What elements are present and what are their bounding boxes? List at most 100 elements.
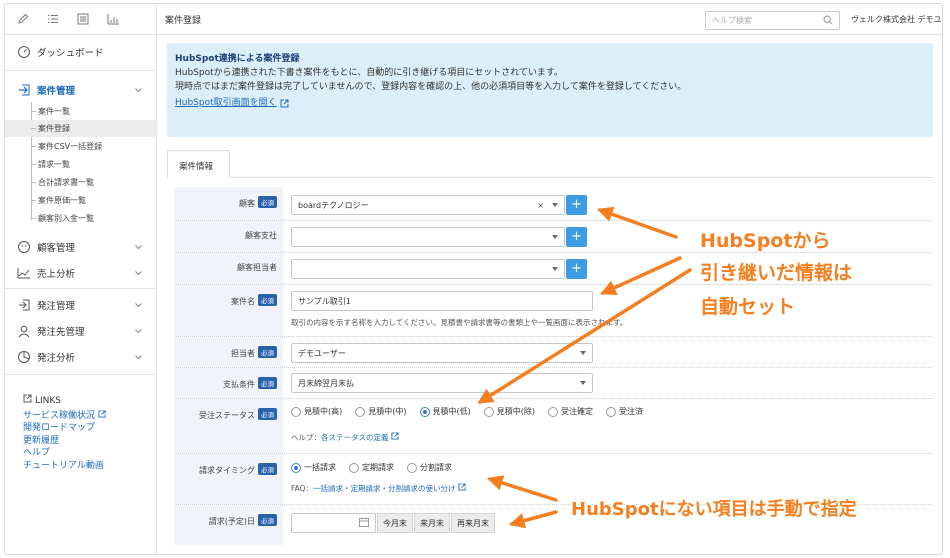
annotation-auto-3: 自動セット xyxy=(700,292,795,319)
status-option-ordered[interactable]: 受注済 xyxy=(606,406,643,417)
sidebar-subitem-invoice-list[interactable]: 請求一覧 xyxy=(5,156,156,173)
page-title: 案件登録 xyxy=(165,13,201,26)
links-section: LINKS サービス稼働状況 開発ロードマップ 更新履歴 ヘルプ チュートリアル… xyxy=(23,394,106,472)
customer-select[interactable]: boardテクノロジー × xyxy=(291,195,565,215)
list-icon[interactable] xyxy=(47,13,59,25)
sidebar-item-label: 発注管理 xyxy=(37,298,75,312)
banner-line-1: HubSpotから連携された下書き案件をもとに、自動的に引き継げる項目にセットさ… xyxy=(175,66,925,80)
status-help: ヘルプ：各ステータスの定義 xyxy=(291,432,399,443)
sidebar-item-label: 発注先管理 xyxy=(37,324,85,338)
billing-option-lump[interactable]: 一括請求 xyxy=(291,462,336,473)
pie-icon xyxy=(16,349,32,365)
tab-deal-info[interactable]: 案件情報 xyxy=(167,150,230,178)
billing-faq-link[interactable]: 一括請求・定期請求・分割請求の使い分け xyxy=(313,484,456,493)
chevron-down-icon xyxy=(135,242,142,253)
link-arrow-icon xyxy=(16,82,32,98)
link-help[interactable]: ヘルプ xyxy=(23,447,106,460)
external-link-icon xyxy=(458,483,466,491)
sidebar-item-deals[interactable]: 案件管理 xyxy=(5,79,156,101)
status-option-mid[interactable]: 見積中(中) xyxy=(355,406,406,417)
annotation-auto-2: 引き継いだ情報は xyxy=(700,258,852,285)
help-search-placeholder: ヘルプ検索 xyxy=(712,15,823,26)
add-branch-button[interactable]: + xyxy=(566,227,587,247)
required-badge: 必須 xyxy=(258,294,277,306)
help-search-input[interactable]: ヘルプ検索 xyxy=(705,11,840,30)
month-after-next-end-button[interactable]: 再来月末 xyxy=(451,513,495,533)
banner-line-2: 現時点ではまだ案件登録は完了していませんので、登録内容を確認の上、他の必須項目等… xyxy=(175,80,925,94)
sidebar-item-dashboard[interactable]: ダッシュボード xyxy=(5,41,156,63)
link-service-status[interactable]: サービス稼働状況 xyxy=(23,410,106,423)
sidebar-item-suppliers[interactable]: 発注先管理 xyxy=(5,320,156,342)
external-link-icon xyxy=(23,394,32,408)
login-icon xyxy=(16,297,32,313)
sidebar-item-label: 売上分析 xyxy=(37,266,75,280)
add-contact-button[interactable]: + xyxy=(566,259,587,279)
chevron-down-icon xyxy=(135,326,142,337)
sidebar-item-customers[interactable]: 顧客管理 xyxy=(5,236,156,258)
banner-title: HubSpot連携による案件登録 xyxy=(175,53,925,66)
row-customer: 顧客必須 boardテクノロジー × + xyxy=(174,187,933,221)
required-badge: 必須 xyxy=(258,377,277,389)
billing-option-installment[interactable]: 分割請求 xyxy=(407,462,452,473)
calendar-icon[interactable] xyxy=(359,517,369,529)
this-month-end-button[interactable]: 今月末 xyxy=(377,513,413,533)
next-month-end-button[interactable]: 来月末 xyxy=(414,513,450,533)
sidebar-subitem-deal-register[interactable]: 案件登録 xyxy=(5,120,156,137)
status-option-low[interactable]: 見積中(低) xyxy=(420,406,471,417)
status-option-excluded[interactable]: 見積中(除) xyxy=(484,406,535,417)
sidebar-subitem-payment-by-customer[interactable]: 顧客別入金一覧 xyxy=(5,210,156,227)
face-icon xyxy=(16,239,32,255)
chevron-down-icon xyxy=(552,235,558,239)
link-roadmap[interactable]: 開発ロードマップ xyxy=(23,422,106,435)
sidebar-item-order-analysis[interactable]: 発注分析 xyxy=(5,346,156,368)
sidebar-item-label: ダッシュボード xyxy=(37,45,104,59)
deal-name-hint: 取引の内容を示す名称を入力してください。見積書や請求書等の書類上や一覧画面に表示… xyxy=(291,317,627,328)
list-alt-icon[interactable] xyxy=(77,13,89,25)
field-label: 請求(予定)日必須 xyxy=(174,505,283,545)
payment-select[interactable]: 月末締翌月末払 xyxy=(291,373,593,393)
sidebar-subitem-combined-invoice[interactable]: 合計請求書一覧 xyxy=(5,174,156,191)
external-link-icon xyxy=(391,432,399,440)
pencil-icon[interactable] xyxy=(17,13,29,25)
sidebar-item-label: 案件管理 xyxy=(37,83,75,97)
clear-icon[interactable]: × xyxy=(537,201,544,210)
owner-select[interactable]: デモユーザー xyxy=(291,343,593,363)
chevron-down-icon xyxy=(135,352,142,363)
field-label: 支払条件必須 xyxy=(174,368,283,398)
sidebar-subitem-cost-list[interactable]: 案件原価一覧 xyxy=(5,192,156,209)
sidebar-toolbar xyxy=(5,4,156,35)
branch-select[interactable] xyxy=(291,227,565,247)
field-label: 顧客必須 xyxy=(174,187,283,220)
search-icon[interactable] xyxy=(823,15,833,27)
row-status: 受注ステータス必須 見積中(高) 見積中(中) 見積中(低) 見積中(除) 受注… xyxy=(174,399,933,454)
billing-faq: FAQ：一括請求・定期請求・分割請求の使い分け xyxy=(291,483,466,494)
sidebar-item-orders[interactable]: 発注管理 xyxy=(5,294,156,316)
annotation-auto-1: HubSpotから xyxy=(700,226,830,253)
status-option-high[interactable]: 見積中(高) xyxy=(291,406,342,417)
sidebar-subitem-deal-list[interactable]: 案件一覧 xyxy=(5,103,156,120)
add-customer-button[interactable]: + xyxy=(566,195,587,215)
sidebar-item-sales-analysis[interactable]: 売上分析 xyxy=(5,262,156,284)
bar-chart-icon[interactable] xyxy=(107,13,120,25)
deal-name-input[interactable]: サンプル取引1 xyxy=(291,291,593,311)
link-changelog[interactable]: 更新履歴 xyxy=(23,435,106,448)
external-link-icon xyxy=(280,99,289,108)
link-tutorial[interactable]: チュートリアル動画 xyxy=(23,460,106,473)
billing-option-periodic[interactable]: 定期請求 xyxy=(349,462,394,473)
required-badge: 必須 xyxy=(258,196,277,208)
sidebar-item-label: 発注分析 xyxy=(37,350,75,364)
status-definition-link[interactable]: 各ステータスの定義 xyxy=(321,433,389,442)
user-menu[interactable]: ヴェルク株式会社 デモユーザー xyxy=(851,14,943,25)
field-label: 顧客担当者 xyxy=(174,253,283,284)
sidebar-subitem-csv-import[interactable]: 案件CSV一括登録 xyxy=(5,138,156,155)
billing-date-input[interactable] xyxy=(291,513,376,533)
open-hubspot-link[interactable]: HubSpot取引画面を開く xyxy=(175,96,289,110)
annotation-manual: HubSpotにない項目は手動で指定 xyxy=(571,495,857,521)
contact-select[interactable] xyxy=(291,259,565,279)
sidebar: ダッシュボード 案件管理 案件一覧 案件登録 案件CSV一括登録 請求一覧 合計… xyxy=(5,4,157,555)
sidebar-item-label: 顧客管理 xyxy=(37,240,75,254)
chevron-down-icon xyxy=(552,267,558,271)
status-option-confirmed[interactable]: 受注確定 xyxy=(548,406,593,417)
trend-icon xyxy=(16,265,32,281)
links-heading: LINKS xyxy=(23,394,106,408)
